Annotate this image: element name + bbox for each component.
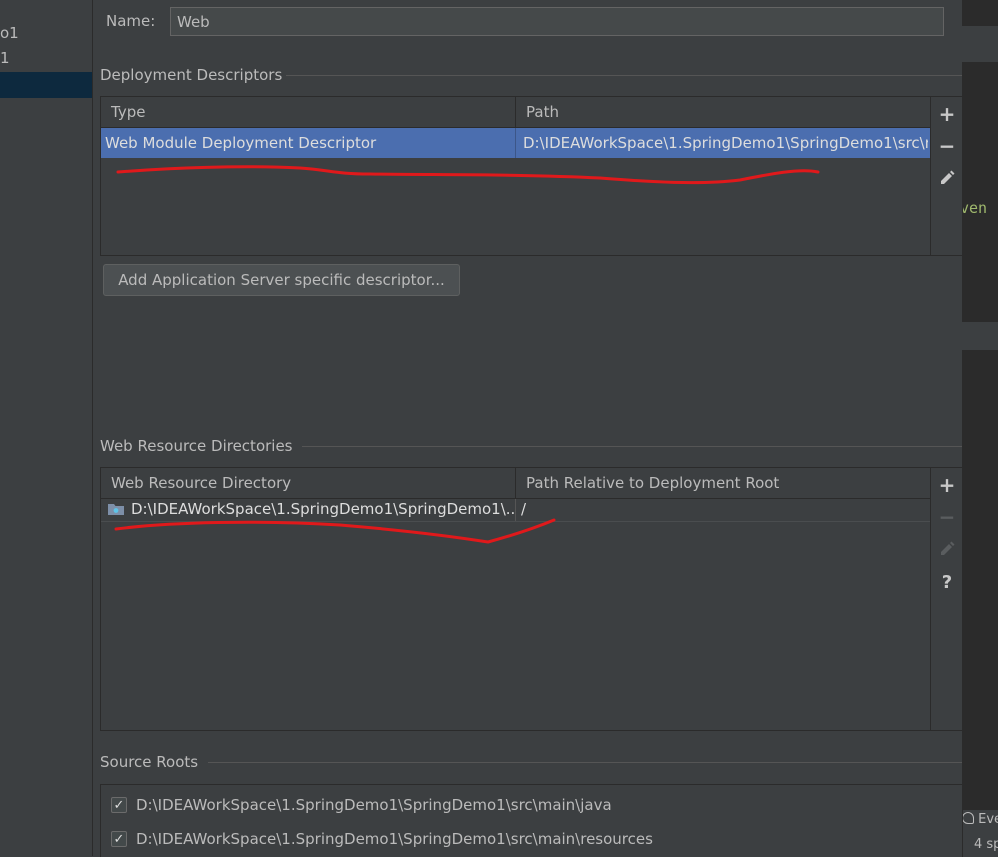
red-annotation-overlay bbox=[114, 165, 820, 544]
red-underline-resource-dir bbox=[114, 518, 556, 544]
red-underline-descriptor bbox=[116, 165, 820, 185]
